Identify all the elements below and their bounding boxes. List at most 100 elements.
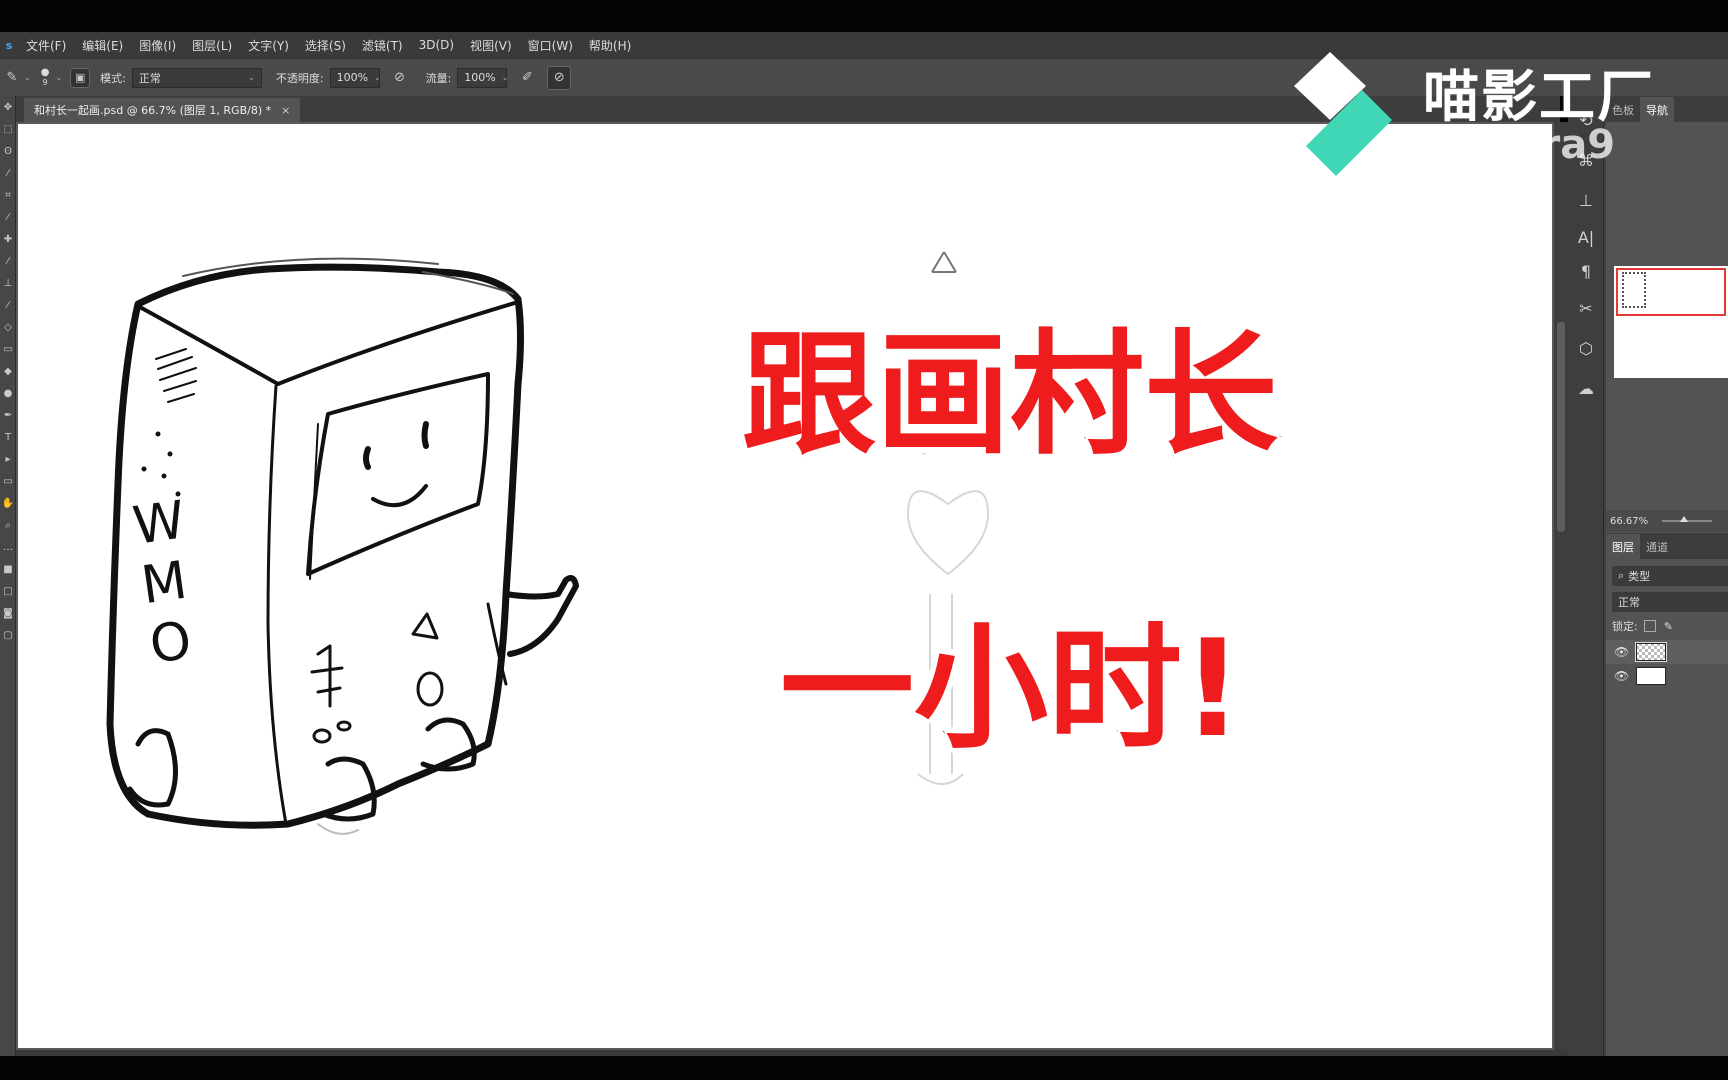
scrollbar-thumb[interactable]: [1557, 322, 1565, 532]
menu-type[interactable]: 文字(Y): [240, 37, 297, 54]
stamp-tool-icon[interactable]: ⊥: [0, 272, 16, 294]
app-logo-icon[interactable]: s: [0, 39, 18, 52]
brush-size-caret-icon[interactable]: ⌄: [55, 73, 62, 82]
shape-tool-icon[interactable]: ▭: [0, 470, 16, 492]
clone-source-icon[interactable]: ⊥: [1568, 180, 1604, 220]
menu-edit[interactable]: 编辑(E): [74, 37, 131, 54]
close-icon[interactable]: ×: [281, 104, 290, 117]
layer-blend-value: 正常: [1618, 596, 1640, 609]
menu-select[interactable]: 选择(S): [297, 37, 354, 54]
healing-tool-icon[interactable]: ✚: [0, 228, 16, 250]
libraries-icon[interactable]: ☁: [1568, 368, 1604, 408]
brush-size-picker[interactable]: ● 9: [40, 66, 50, 88]
pen-tool-icon[interactable]: ✒: [0, 404, 16, 426]
layer-thumbnail: [1636, 667, 1666, 685]
gradient-tool-icon[interactable]: ▭: [0, 338, 16, 360]
zoom-tool-icon[interactable]: ⌕: [0, 514, 16, 536]
menu-layer[interactable]: 图层(L): [184, 37, 240, 54]
chevron-down-icon: ⌄: [501, 73, 509, 82]
flow-label: 流量:: [425, 71, 452, 85]
path-select-tool-icon[interactable]: ▸: [0, 448, 16, 470]
brush-tool-icon[interactable]: ⁄: [0, 250, 16, 272]
opacity-field[interactable]: 100% ⌄: [329, 67, 381, 88]
character-icon[interactable]: A|: [1568, 220, 1604, 254]
bottom-black-bar: [0, 1056, 1728, 1080]
type-tool-icon[interactable]: T: [0, 426, 16, 448]
layer-row[interactable]: 👁: [1606, 640, 1728, 664]
paragraph-icon[interactable]: ¶: [1568, 254, 1604, 288]
layer-lock-row: 锁定: ✎: [1612, 616, 1728, 636]
layer-filter[interactable]: ⌕ 类型: [1612, 566, 1728, 586]
crop-tool-icon[interactable]: ⌗: [0, 184, 16, 206]
opacity-value: 100%: [336, 71, 369, 84]
screen-mode-icon[interactable]: ▢: [0, 624, 16, 646]
menu-filter[interactable]: 滤镜(T): [354, 37, 411, 54]
menu-3d[interactable]: 3D(D): [411, 38, 462, 52]
layer-row[interactable]: 👁: [1606, 664, 1728, 688]
hand-tool-icon[interactable]: ✋: [0, 492, 16, 514]
quick-mask-icon[interactable]: ◙: [0, 602, 16, 624]
filmora-watermark: 喵影工厂 filmora9: [1290, 50, 1728, 180]
lasso-tool-icon[interactable]: ʘ: [0, 140, 16, 162]
brush-tool-icon[interactable]: ✎: [0, 66, 24, 90]
navigator-preview[interactable]: [1614, 266, 1728, 378]
menu-window[interactable]: 窗口(W): [520, 37, 581, 54]
quick-select-tool-icon[interactable]: ⁄: [0, 162, 16, 184]
search-icon: ⌕: [1618, 569, 1625, 582]
panel-icon-column: ⟲ ⌘ ⊥ A| ¶ ✂ ⬡ ☁: [1568, 96, 1604, 1056]
mode-select[interactable]: 正常 ⌄: [131, 67, 262, 88]
navigator-layers-panel: 色板 导航 66.67% 图层 通道 ⌕ 类型 正常 锁定: ✎ 👁 👁: [1606, 96, 1728, 1056]
lock-label: 锁定:: [1612, 620, 1638, 633]
lock-paint-icon[interactable]: ✎: [1664, 620, 1673, 633]
navigator-zoom-row: 66.67%: [1606, 510, 1728, 532]
canvas-vertical-scrollbar[interactable]: [1554, 122, 1568, 1050]
background-color-icon[interactable]: □: [0, 580, 16, 602]
menu-image[interactable]: 图像(I): [131, 37, 184, 54]
pressure-opacity-icon[interactable]: ⊘: [388, 66, 412, 90]
document-tab-title: 和村长一起画.psd @ 66.7% (图层 1, RGB/8) *: [34, 104, 272, 117]
eraser-tool-icon[interactable]: ◇: [0, 316, 16, 338]
right-dock: ⟲ ⌘ ⊥ A| ¶ ✂ ⬡ ☁ 色板 导航 66.67% 图层 通道 ⌕ 类型…: [1568, 96, 1728, 1056]
move-tool-icon[interactable]: ✥: [0, 96, 16, 118]
more-tools-icon[interactable]: …: [0, 536, 16, 558]
tools-panel: ✥ ⬚ ʘ ⁄ ⌗ ⁄ ✚ ⁄ ⊥ ⁄ ◇ ▭ ◆ ● ✒ T ▸ ▭ ✋ ⌕ …: [0, 96, 16, 1056]
blur-tool-icon[interactable]: ◆: [0, 360, 16, 382]
3d-icon[interactable]: ⬡: [1568, 328, 1604, 368]
marquee-tool-icon[interactable]: ⬚: [0, 118, 16, 140]
dodge-tool-icon[interactable]: ●: [0, 382, 16, 404]
eyedropper-tool-icon[interactable]: ⁄: [0, 206, 16, 228]
document-tab[interactable]: 和村长一起画.psd @ 66.7% (图层 1, RGB/8) * ×: [24, 98, 301, 122]
foreground-color-icon[interactable]: ■: [0, 558, 16, 580]
lock-transparent-icon[interactable]: [1643, 620, 1656, 632]
brush-size-value: 9: [42, 77, 48, 87]
zoom-value[interactable]: 66.67%: [1610, 516, 1648, 527]
menu-help[interactable]: 帮助(H): [581, 37, 639, 54]
top-black-bar: [0, 0, 1728, 32]
menu-view[interactable]: 视图(V): [462, 37, 520, 54]
layer-blend-mode[interactable]: 正常: [1612, 592, 1728, 612]
pressure-size-icon[interactable]: ⊘: [547, 65, 572, 90]
history-brush-icon[interactable]: ⁄: [0, 294, 16, 316]
filmora-logo-icon: [1294, 52, 1392, 176]
tab-layers[interactable]: 图层: [1606, 534, 1640, 559]
layer-thumbnail: [1635, 642, 1667, 662]
mode-label: 模式:: [100, 71, 126, 85]
flow-field[interactable]: 100% ⌄: [457, 67, 509, 88]
mode-value: 正常: [138, 71, 161, 85]
tab-channels[interactable]: 通道: [1640, 539, 1674, 559]
brush-panel-icon[interactable]: ▣: [70, 67, 91, 88]
visibility-eye-icon[interactable]: 👁: [1614, 669, 1636, 683]
tool-preset-caret-icon[interactable]: ⌄: [24, 73, 31, 82]
navigator-view-box[interactable]: [1616, 268, 1726, 316]
overlay-title-line2: 一小时!: [778, 609, 1245, 769]
brush-dot-icon: ●: [40, 66, 50, 78]
zoom-slider[interactable]: [1662, 516, 1713, 522]
tools-preset-icon[interactable]: ✂: [1568, 288, 1604, 328]
watermark-sub: filmora9: [1428, 122, 1616, 168]
menu-file[interactable]: 文件(F): [18, 37, 74, 54]
bmo-side-letters: W M O: [129, 488, 221, 676]
visibility-eye-icon[interactable]: 👁: [1614, 645, 1636, 659]
flow-value: 100%: [464, 71, 496, 84]
chevron-down-icon: ⌄: [374, 73, 381, 82]
airbrush-icon[interactable]: ✐: [515, 66, 539, 90]
